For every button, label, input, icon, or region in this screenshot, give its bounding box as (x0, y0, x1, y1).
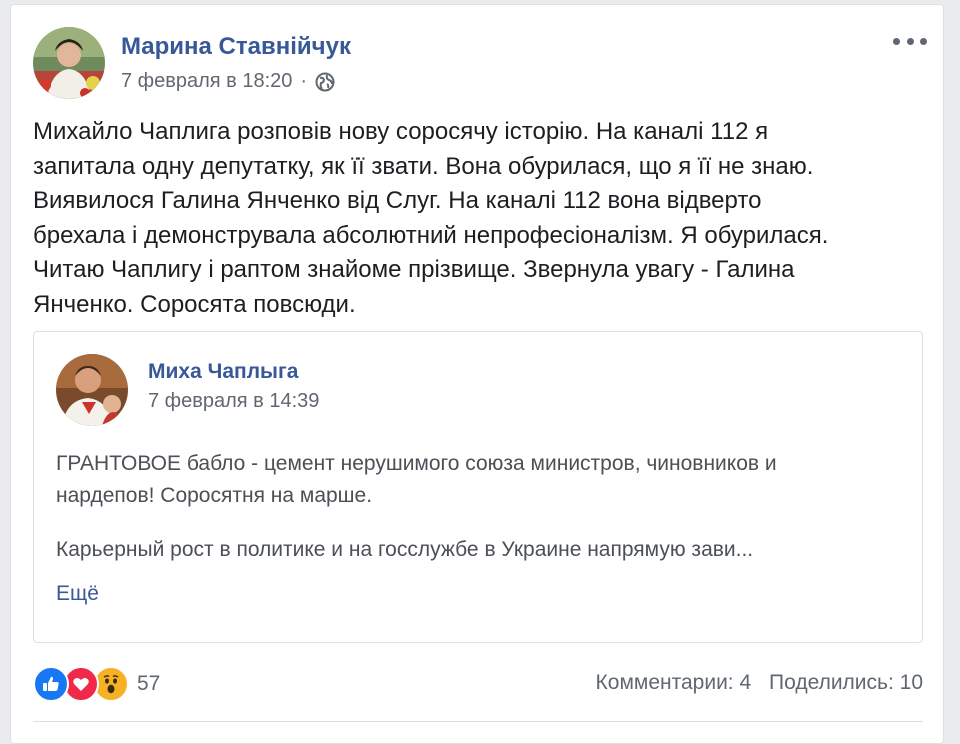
post-footer: 57 Комментарии: 4 Поделились: 10 (33, 665, 923, 705)
shared-post-text: ГРАНТОВОЕ бабло - цемент нерушимого союз… (56, 448, 906, 566)
footer-divider (33, 721, 923, 722)
post-text-line: запитала одну депутатку, як її звати. Во… (33, 152, 814, 180)
post-text-line: Янченко. Соросята повсюди. (33, 290, 356, 318)
shared-author-avatar[interactable] (56, 354, 128, 426)
reactions-summary[interactable]: 57 (33, 666, 161, 702)
shared-timestamp[interactable]: 7 февраля в 14:39 (148, 390, 319, 413)
shared-text-line: ГРАНТОВОЕ бабло - цемент нерушимого союз… (56, 452, 777, 475)
post-text-line: Читаю Чаплигу і раптом знайоме прізвище.… (33, 256, 795, 283)
like-icon (33, 666, 69, 702)
post-text-line: Михайло Чаплига розповів нову соросячу і… (33, 118, 769, 145)
post-text-line: Виявилося Галина Янченко від Слуг. На ка… (33, 187, 762, 214)
see-more-link[interactable]: Ещё (56, 582, 99, 606)
shared-text-line: Карьерный рост в политике и на госслужбе… (56, 538, 754, 561)
post-timestamp[interactable]: 7 февраля в 18:20 (121, 70, 292, 93)
author-name[interactable]: Марина Ставнійчук (121, 33, 351, 61)
meta-separator: · (300, 70, 308, 92)
post-meta: 7 февраля в 18:20 · (121, 70, 335, 93)
engagement-counts: Комментарии: 4 Поделились: 10 (596, 671, 923, 695)
shared-text-line: нардепов! Соросятня на марше. (56, 484, 373, 507)
shared-author-name[interactable]: Миха Чаплыга (148, 360, 298, 384)
post-text: Михайло Чаплига розповів нову соросячу і… (33, 115, 933, 322)
post-text-line: брехала і демонструвала абсолютний непро… (33, 221, 829, 249)
author-avatar[interactable] (33, 27, 105, 99)
reaction-count: 57 (137, 672, 161, 695)
shares-count[interactable]: Поделились: 10 (769, 671, 923, 694)
comments-count[interactable]: Комментарии: 4 (596, 671, 752, 694)
shared-post[interactable]: Миха Чаплыга 7 февраля в 14:39 ГРАНТОВОЕ… (33, 331, 923, 643)
globe-icon[interactable] (315, 72, 335, 92)
post-card: Марина Ставнійчук 7 февраля в 18:20 · Ми… (10, 4, 944, 744)
more-options-icon[interactable] (893, 33, 927, 49)
